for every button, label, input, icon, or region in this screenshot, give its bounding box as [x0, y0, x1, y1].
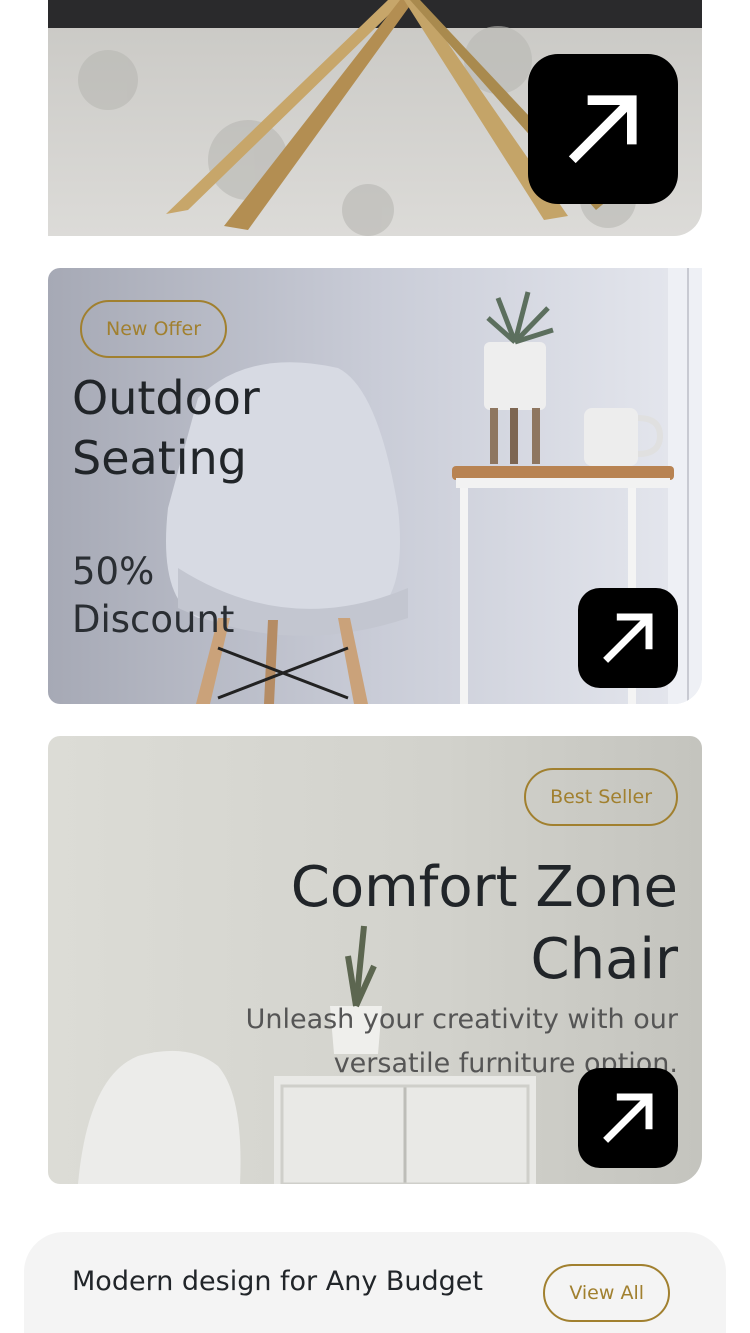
- view-all-button[interactable]: View All: [543, 1264, 670, 1322]
- open-product-button[interactable]: [528, 54, 678, 204]
- new-offer-badge[interactable]: New Offer: [80, 300, 228, 358]
- product-card-chair-legs[interactable]: [48, 0, 702, 236]
- section-header: Modern design for Any Budget View All: [24, 1232, 726, 1333]
- product-card-comfort-zone[interactable]: Best Seller Comfort Zone Chair Unleash y…: [48, 736, 702, 1184]
- arrow-up-right-icon: [603, 1093, 653, 1143]
- open-product-button[interactable]: [578, 588, 678, 688]
- best-seller-badge[interactable]: Best Seller: [524, 768, 678, 826]
- arrow-up-right-icon: [568, 95, 637, 164]
- card-title: Comfort Zone Chair: [290, 855, 678, 992]
- card-title: Outdoor Seating: [72, 371, 260, 485]
- discount-text: 50% Discount: [72, 550, 235, 641]
- product-card-outdoor-seating[interactable]: New Offer Outdoor Seating 50% Discount: [48, 268, 702, 704]
- open-product-button[interactable]: [578, 1068, 678, 1168]
- arrow-up-right-icon: [603, 613, 653, 663]
- section-title: Modern design for Any Budget: [72, 1266, 483, 1297]
